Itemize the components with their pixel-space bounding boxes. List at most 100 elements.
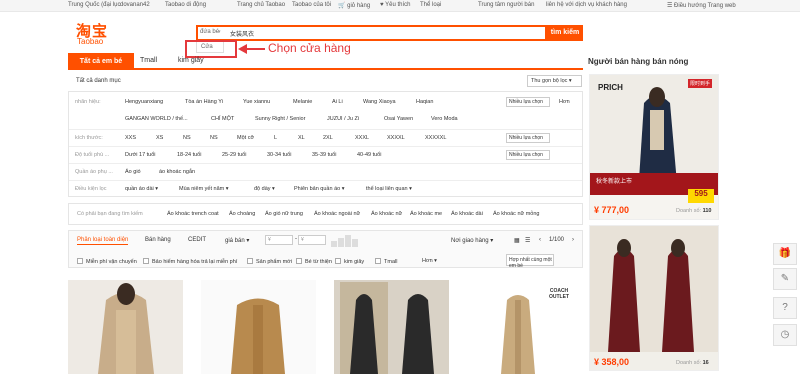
checkbox[interactable]	[375, 258, 381, 264]
filter-option[interactable]: Yue xiannu	[243, 99, 270, 105]
filter-option[interactable]: 25-29 tuổi	[222, 152, 246, 158]
filter-option[interactable]: XS	[156, 135, 163, 141]
site-nav-link[interactable]: ☰ Điều hướng Trang web	[667, 2, 736, 9]
help-icon[interactable]: ?	[773, 297, 797, 319]
filter-dropdown[interactable]: quần áo dài ▾	[125, 186, 158, 192]
filter-option[interactable]: GANGAN WORLD / thế...	[125, 116, 188, 122]
filter-option[interactable]: 18-24 tuổi	[177, 152, 201, 158]
home-link[interactable]: Trang chủ Taobao	[237, 2, 285, 8]
filter-option[interactable]: áo khoác ngắn	[159, 169, 195, 175]
filter-option[interactable]: Một cỡ	[237, 135, 254, 141]
check-new[interactable]: Sản phẩm mới	[247, 258, 292, 265]
check-tmall[interactable]: Tmall	[375, 258, 397, 265]
filter-option[interactable]: 30-34 tuổi	[267, 152, 291, 158]
related-link[interactable]: Áo khoác nữ mỏng	[493, 211, 540, 217]
history-icon[interactable]: ◷	[773, 324, 797, 346]
related-link[interactable]: Áo choàng	[229, 211, 255, 217]
related-link[interactable]: Áo khoác ngoài nữ	[314, 211, 360, 217]
product-card[interactable]	[334, 280, 449, 374]
price-min-input[interactable]: ¥	[265, 235, 293, 245]
search-scope[interactable]: đứa bé	[200, 29, 219, 35]
checkbox[interactable]	[77, 258, 83, 264]
filter-option[interactable]: XL	[298, 135, 305, 141]
filter-option[interactable]: Ai Li	[332, 99, 343, 105]
cart-link[interactable]: 🛒 giỏ hàng	[338, 2, 370, 9]
prev-page-icon[interactable]: ‹	[539, 237, 541, 243]
my-taobao-link[interactable]: Taobao của tôi	[292, 2, 331, 8]
more-options[interactable]: Hơn ▾	[422, 258, 437, 264]
hot-item[interactable]: PRICH 限时到手 秋冬新款上市 595 ¥ 777,00 Doanh số:…	[589, 74, 719, 220]
shipping-dropdown[interactable]: Nơi giao hàng ▾	[451, 237, 493, 244]
filter-option[interactable]: Dưới 17 tuổi	[125, 152, 156, 158]
filter-option[interactable]: Haqian	[416, 99, 433, 105]
tab-tmall[interactable]: Tmall	[140, 57, 157, 64]
filter-option[interactable]: XXS	[125, 135, 136, 141]
filter-option[interactable]: Vero Moda	[431, 116, 458, 122]
checkbox[interactable]	[335, 258, 341, 264]
filter-option[interactable]: 35-39 tuổi	[312, 152, 336, 158]
check-second[interactable]: kim giây	[335, 258, 364, 265]
related-link[interactable]: Áo khoác trench coat	[167, 211, 219, 217]
filter-option[interactable]: XXXXL	[387, 135, 405, 141]
related-link[interactable]: Áo khoác nữ	[371, 211, 402, 217]
multi-select-button[interactable]: Nhiều lựa chọn	[506, 150, 550, 160]
contact-link[interactable]: liên hệ với dịch vụ khách hàng	[546, 2, 627, 8]
related-link[interactable]: Áo khoác me	[410, 211, 442, 217]
checkbox[interactable]	[296, 258, 302, 264]
search-box[interactable]: đứa bé ▾ 女装风衣	[196, 25, 547, 41]
related-link[interactable]: Áo gió nữ trung	[265, 211, 303, 217]
region-selector[interactable]: Trung Quốc (đại lục	[68, 2, 120, 8]
search-button[interactable]: tìm kiếm	[547, 25, 583, 41]
categories-link[interactable]: Thể loại	[420, 2, 441, 8]
breadcrumb[interactable]: Tất cả danh mục	[76, 78, 121, 84]
seller-center-link[interactable]: Trung tâm người bán	[478, 2, 534, 8]
filter-option[interactable]: Wang Xiaoya	[363, 99, 396, 105]
product-card[interactable]	[68, 280, 183, 374]
filter-option[interactable]: NS	[183, 135, 191, 141]
filter-option[interactable]: Sunny Right / Senior	[255, 116, 305, 122]
tab-all[interactable]: Tất cả em bé	[68, 53, 134, 70]
sort-price[interactable]: giá bán ▾	[225, 237, 249, 244]
filter-option[interactable]: Melanie	[293, 99, 312, 105]
more-button[interactable]: Hơn	[559, 99, 570, 105]
product-card[interactable]: COACH OUTLET	[461, 280, 576, 374]
user-link[interactable]: dovanan42	[120, 2, 150, 8]
multi-select-button[interactable]: Nhiều lựa chọn	[506, 133, 550, 143]
sort-sales[interactable]: Bán hàng	[145, 237, 171, 243]
filter-dropdown[interactable]: Mùa niêm yết năm ▾	[179, 186, 229, 192]
checkbox[interactable]	[247, 258, 253, 264]
checkbox[interactable]	[143, 258, 149, 264]
filter-option[interactable]: 40-49 tuổi	[357, 152, 381, 158]
list-view-icon[interactable]: ☰	[525, 237, 530, 244]
check-return-insurance[interactable]: Bảo hiểm hàng hóa trả lại miễn phí	[143, 258, 237, 265]
grid-view-icon[interactable]: ▦	[514, 237, 520, 244]
price-max-input[interactable]: ¥	[298, 235, 326, 245]
filter-option[interactable]: L	[274, 135, 277, 141]
sort-credit[interactable]: CEDIT	[188, 237, 206, 243]
filter-option[interactable]: Áo gió	[125, 169, 141, 175]
hot-item[interactable]: ¥ 358,00 Doanh số: 16	[589, 225, 719, 371]
product-card[interactable]	[201, 280, 316, 374]
filter-option[interactable]: Osai Yawen	[384, 116, 413, 122]
check-free-shipping[interactable]: Miễn phí vận chuyển	[77, 258, 137, 265]
filter-dropdown[interactable]: Phiên bản quần áo ▾	[294, 186, 344, 192]
filter-option[interactable]: Tòa án Hàng Yi	[185, 99, 223, 105]
search-input[interactable]: 女装风衣	[230, 29, 254, 38]
filter-option[interactable]: XXXL	[355, 135, 369, 141]
tab-second[interactable]: kim giây	[178, 57, 204, 64]
taobao-logo[interactable]: 淘宝 Taobao	[76, 20, 116, 50]
favorites-link[interactable]: ♥ Yêu thích	[380, 2, 410, 8]
filter-option[interactable]: Hengyuanxiang	[125, 99, 163, 105]
filter-option[interactable]: XXXXXL	[425, 135, 446, 141]
merge-same-button[interactable]: Hợp nhất cùng một em bé	[506, 254, 554, 269]
multi-select-button[interactable]: Nhiều lựa chọn	[506, 97, 550, 107]
collapse-filter-button[interactable]: Thu gọn bộ lọc ▾	[527, 75, 582, 87]
filter-option[interactable]: NS	[210, 135, 218, 141]
filter-option[interactable]: JUZUI / Ju Zi	[327, 116, 359, 122]
edit-icon[interactable]: ✎	[773, 268, 797, 290]
check-charity[interactable]: Bé từ thiện	[296, 258, 332, 265]
filter-dropdown[interactable]: thể loại liên quan ▾	[366, 186, 412, 192]
filter-dropdown[interactable]: độ dày ▾	[254, 186, 275, 192]
next-page-icon[interactable]: ›	[572, 237, 574, 243]
related-link[interactable]: Áo khoác dài	[451, 211, 483, 217]
